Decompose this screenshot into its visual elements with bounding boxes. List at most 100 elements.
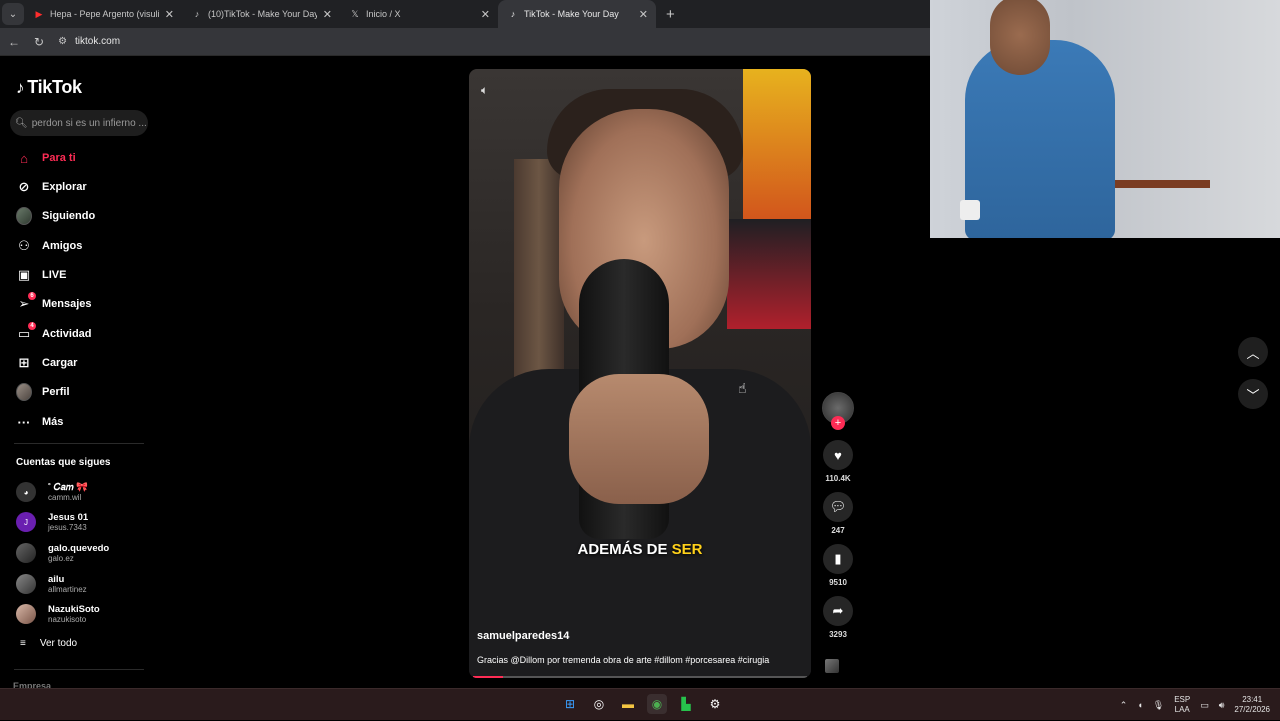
taskbar: ⊞ ◎ ▬ ◉ ▙ ⚙ ⌃ ◖ 🎙︎ ESP LAA ▭ 🔊︎ 23:41 27… <box>0 688 1280 720</box>
browser-tab-active[interactable]: ♪ TikTok - Make Your Day ✕ <box>498 0 656 28</box>
nav-label: Mensajes <box>42 298 92 310</box>
nav-upload[interactable]: ⊞ Cargar <box>16 353 78 373</box>
nav-label: Cargar <box>42 357 78 369</box>
account-name: Jesus 01 <box>48 511 89 523</box>
youtube-icon: ▶ <box>35 8 43 19</box>
account-name: NazukiSoto <box>48 603 100 615</box>
following-account[interactable]: J Jesus 01 jesus.7343 <box>16 512 88 532</box>
nav-label: Perfil <box>42 386 70 398</box>
avatar: ◕ <box>16 482 36 502</box>
close-icon[interactable]: ✕ <box>639 8 648 21</box>
browser-tab[interactable]: ♪ (10)TikTok - Make Your Day ✕ <box>182 0 340 28</box>
x-icon: 𝕏 <box>351 8 359 19</box>
system-tray: ⌃ ◖ 🎙︎ ESP LAA ▭ 🔊︎ 23:41 27/2/2026 <box>1120 689 1280 721</box>
folder-icon[interactable]: ▬ <box>618 694 638 714</box>
following-account[interactable]: ◕ ˚ 𝐶𝑎𝑚 🎀 camm.wil <box>16 482 88 502</box>
nav-following[interactable]: Siguiendo <box>16 206 95 226</box>
divider <box>14 443 144 444</box>
following-account[interactable]: galo.quevedo galo.ez <box>16 543 109 563</box>
volume-icon[interactable]: 🔈︎ <box>481 83 488 98</box>
background-poster <box>743 69 811 219</box>
tiktok-logo[interactable]: ♪ TikTok <box>16 77 82 98</box>
nav-activity[interactable]: ▭ 4 Actividad <box>16 322 92 344</box>
search-box[interactable]: 🔍︎ <box>10 110 148 136</box>
video-progress-bar[interactable] <box>473 676 807 678</box>
follow-plus-icon[interactable]: + <box>831 416 845 430</box>
compass-icon: ⊘ <box>18 179 30 194</box>
microphone-icon[interactable]: 🎙︎ <box>1153 700 1164 711</box>
nav-profile[interactable]: Perfil <box>16 382 70 402</box>
following-account[interactable]: ailu allmartinez <box>16 574 87 594</box>
activity-badge: 4 <box>28 322 36 330</box>
video-progress-fill <box>473 676 504 678</box>
avatar-icon <box>16 207 32 225</box>
account-handle: nazukisoto <box>48 614 87 624</box>
video-caption: ADEMÁS DE SER <box>469 541 811 558</box>
heart-icon[interactable]: ♥ <box>823 440 853 470</box>
nav-live[interactable]: ▣ LIVE <box>16 265 67 285</box>
camtasia-icon[interactable]: ▙ <box>676 694 696 714</box>
tab-search-button[interactable]: ⌄ <box>2 3 24 25</box>
video-player[interactable]: 🔈︎ ADEMÁS DE SER samuelparedes14 Gracias… <box>469 69 811 678</box>
nav-label: Actividad <box>42 328 92 340</box>
site-settings-icon[interactable]: ⚙ <box>58 36 67 47</box>
upload-icon: ⊞ <box>18 355 30 370</box>
browser-tab[interactable]: ▶ Hepa - Pepe Argento (visulizer) ✕ <box>24 0 182 28</box>
previous-video-button[interactable]: ︿ <box>1238 337 1268 367</box>
close-icon[interactable]: ✕ <box>165 8 174 21</box>
activity-icon: ▭ 4 <box>16 322 36 342</box>
comment-button[interactable]: 💬︎ 247 <box>821 492 855 535</box>
windows-start-icon[interactable]: ⊞ <box>560 694 580 714</box>
discord-icon[interactable]: ◖ <box>1137 700 1142 710</box>
sound-thumbnail[interactable] <box>825 659 839 673</box>
video-author[interactable]: samuelparedes14 <box>477 630 569 642</box>
network-icon[interactable]: ▭ <box>1200 700 1209 711</box>
nav-for-you[interactable]: ⌂ Para ti <box>16 148 76 168</box>
webcam-overlay <box>930 0 1280 238</box>
account-handle: allmartinez <box>48 584 87 594</box>
comment-icon[interactable]: 💬︎ <box>823 492 853 522</box>
bookmark-icon[interactable]: ▮ <box>823 544 853 574</box>
reload-icon[interactable]: ↻ <box>34 35 44 49</box>
close-icon[interactable]: ✕ <box>323 8 332 21</box>
nav-messages[interactable]: ➢ 6 Mensajes <box>16 292 92 314</box>
home-icon: ⌂ <box>20 150 28 166</box>
tiktok-icon: ♪ <box>194 9 200 19</box>
following-section-title: Cuentas que sigues <box>16 457 111 468</box>
save-button[interactable]: ▮ 9510 <box>821 544 855 587</box>
avatar <box>16 574 36 594</box>
nav-more[interactable]: ··· Más <box>16 412 64 432</box>
back-arrow-icon[interactable]: ← <box>8 35 20 49</box>
mug <box>960 200 980 220</box>
like-count: 110.4K <box>825 474 851 483</box>
logo-text: TikTok <box>27 77 82 97</box>
language-layout: LAA <box>1174 705 1190 714</box>
search-input[interactable] <box>31 117 147 129</box>
nav-friends[interactable]: ⚇ Amigos <box>16 236 82 256</box>
following-account[interactable]: NazukiSoto nazukisoto <box>16 604 100 624</box>
tiktok-icon: ♪ <box>510 9 516 19</box>
new-tab-button[interactable]: + <box>666 6 675 23</box>
address-bar[interactable]: ⚙ tiktok.com <box>58 31 120 53</box>
browser-tab[interactable]: 𝕏 Inicio / X ✕ <box>340 0 498 28</box>
mouse-cursor-icon: ☝ <box>738 380 747 396</box>
tab-title: Hepa - Pepe Argento (visulizer) <box>50 9 159 19</box>
share-button[interactable]: ➦ 3293 <box>821 596 855 639</box>
avatar <box>16 543 36 563</box>
app-icon[interactable]: ◎ <box>589 694 609 714</box>
language-indicator[interactable]: ESP LAA <box>1174 695 1190 715</box>
divider <box>14 669 144 670</box>
like-button[interactable]: ♥ 110.4K <box>821 440 855 483</box>
volume-icon[interactable]: 🔊︎ <box>1219 700 1225 711</box>
nav-label: Para ti <box>42 152 76 164</box>
tab-title: TikTok - Make Your Day <box>524 9 619 19</box>
share-icon[interactable]: ➦ <box>823 596 853 626</box>
next-video-button[interactable]: ﹀ <box>1238 379 1268 409</box>
clock[interactable]: 23:41 27/2/2026 <box>1234 695 1270 715</box>
see-all-button[interactable]: ≡ Ver todo <box>20 638 77 649</box>
close-icon[interactable]: ✕ <box>481 8 490 21</box>
nav-explore[interactable]: ⊘ Explorar <box>16 177 87 197</box>
chevron-up-icon[interactable]: ⌃ <box>1120 700 1128 711</box>
chrome-icon[interactable]: ◉ <box>647 694 667 714</box>
settings-icon[interactable]: ⚙ <box>705 694 725 714</box>
